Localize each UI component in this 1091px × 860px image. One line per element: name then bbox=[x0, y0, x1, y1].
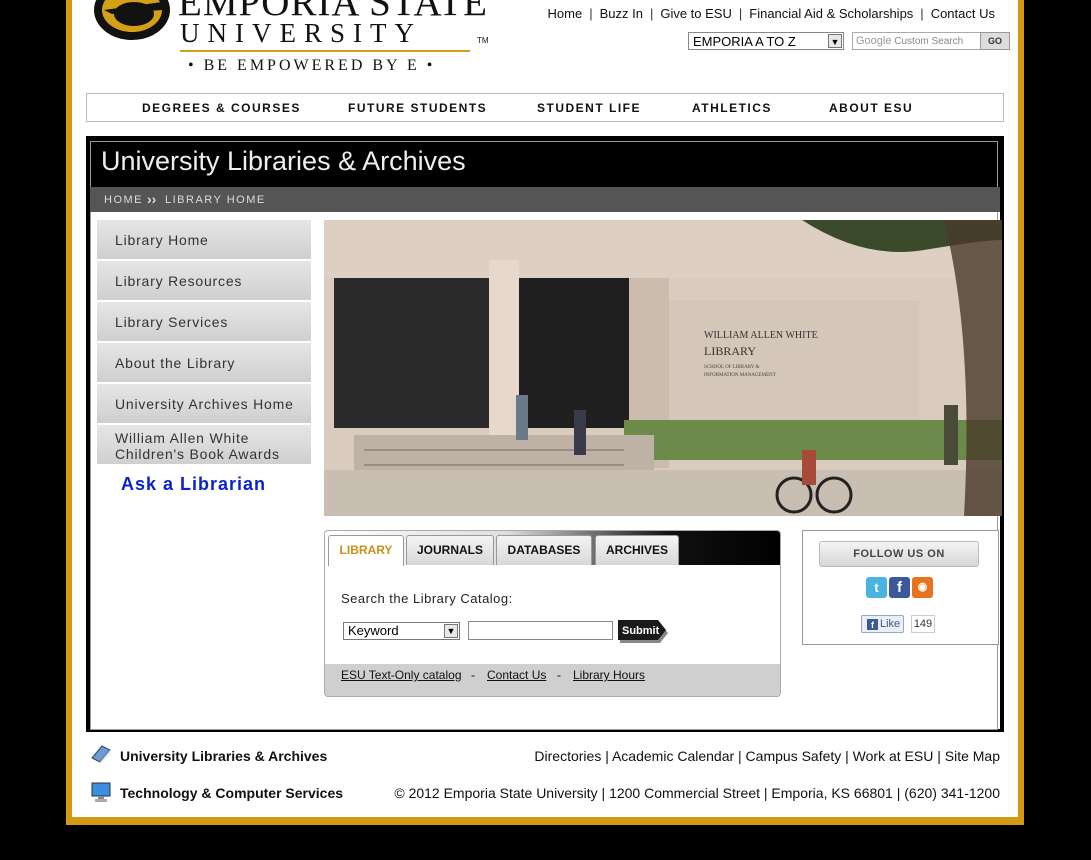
tab-databases[interactable]: DATABASES bbox=[496, 535, 592, 565]
toplink-home[interactable]: Home bbox=[548, 6, 583, 21]
nav-degrees-courses[interactable]: DEGREES & COURSES bbox=[142, 101, 301, 115]
sidebar-item-label: Library Resources bbox=[115, 273, 243, 289]
search-go-button[interactable]: GO bbox=[980, 32, 1010, 50]
follow-us-button[interactable]: FOLLOW US ON bbox=[819, 541, 979, 567]
facebook-f-icon: f bbox=[867, 619, 878, 630]
separator: | bbox=[738, 6, 743, 21]
separator: - bbox=[471, 668, 475, 682]
toplink-financial-aid[interactable]: Financial Aid & Scholarships bbox=[749, 6, 913, 21]
breadcrumb: HOME ›› LIBRARY HOME bbox=[90, 187, 1000, 212]
like-label: Like bbox=[880, 618, 901, 630]
dropdown-arrow-icon: ▼ bbox=[444, 624, 458, 638]
sidebar-item-label: About the Library bbox=[115, 355, 236, 371]
facebook-like-button[interactable]: f Like bbox=[861, 615, 904, 633]
top-links: Home | Buzz In | Give to ESU | Financial Aid &… bbox=[548, 6, 995, 21]
rss-icon[interactable]: ◉ bbox=[912, 577, 933, 598]
nav-athletics[interactable]: ATHLETICS bbox=[692, 101, 772, 115]
page-canvas: EMPORIA STATE UNIVERSITY TM • BE EMPOWER… bbox=[72, 0, 1018, 817]
logo-line2: UNIVERSITY bbox=[180, 18, 422, 48]
page-title: University Libraries & Archives bbox=[101, 146, 466, 176]
computer-icon bbox=[91, 782, 111, 802]
dropdown-arrow-icon: ▼ bbox=[828, 34, 842, 48]
sign-line1: WILLIAM ALLEN WHITE bbox=[704, 330, 818, 341]
search-type-select[interactable]: Keyword ▼ bbox=[343, 622, 460, 640]
sidebar-item-library-resources[interactable]: Library Resources bbox=[97, 261, 311, 301]
ask-a-librarian-link[interactable]: Ask a Librarian bbox=[121, 474, 266, 495]
footer-links[interactable]: Directories | Academic Calendar | Campus… bbox=[534, 748, 1000, 764]
sidebar-item-about-library[interactable]: About the Library bbox=[97, 343, 311, 383]
sidebar-item-library-home[interactable]: Library Home bbox=[97, 220, 311, 260]
breadcrumb-current: LIBRARY HOME bbox=[165, 194, 266, 206]
sign-line3: SCHOOL OF LIBRARY & bbox=[704, 365, 759, 370]
facebook-icon[interactable]: f bbox=[889, 577, 910, 598]
catalog-search-widget: LIBRARY JOURNALS DATABASES ARCHIVES Sear… bbox=[324, 530, 781, 697]
google-search-placeholder: Custom Search bbox=[894, 36, 964, 47]
logo-tagline: • BE EMPOWERED BY E • bbox=[188, 57, 436, 74]
toplink-give[interactable]: Give to ESU bbox=[660, 6, 732, 21]
a-to-z-select[interactable]: EMPORIA A TO Z ▼ bbox=[688, 32, 844, 50]
sidebar-item-book-awards[interactable]: William Allen White Children's Book Award… bbox=[97, 425, 311, 465]
book-awards-line1: William Allen White bbox=[115, 430, 250, 446]
sidebar-item-label: Library Home bbox=[115, 232, 209, 248]
nav-about-esu[interactable]: ABOUT ESU bbox=[829, 101, 913, 115]
link-library-hours[interactable]: Library Hours bbox=[573, 668, 645, 682]
esu-emblem-icon bbox=[94, 0, 170, 40]
google-logo: Google bbox=[856, 35, 892, 47]
tab-library[interactable]: LIBRARY bbox=[328, 535, 404, 566]
catalog-search-label: Search the Library Catalog: bbox=[341, 591, 513, 606]
submit-label: Submit bbox=[622, 625, 660, 637]
nav-future-students[interactable]: FUTURE STUDENTS bbox=[348, 101, 487, 115]
logo-trademark: TM bbox=[477, 36, 489, 45]
sidebar-item-library-services[interactable]: Library Services bbox=[97, 302, 311, 342]
search-tab-bar: LIBRARY JOURNALS DATABASES ARCHIVES bbox=[325, 531, 780, 566]
search-type-value: Keyword bbox=[348, 623, 399, 638]
footer-tech-services-link[interactable]: Technology & Computer Services bbox=[120, 785, 343, 801]
separator: | bbox=[589, 6, 593, 21]
toplink-contact[interactable]: Contact Us bbox=[931, 6, 995, 21]
breadcrumb-home[interactable]: HOME bbox=[104, 194, 143, 206]
esu-logo[interactable]: EMPORIA STATE UNIVERSITY TM • BE EMPOWER… bbox=[92, 0, 492, 80]
search-footer-links: ESU Text-Only catalog - Contact Us - Lib… bbox=[325, 664, 780, 696]
link-contact-us[interactable]: Contact Us bbox=[487, 668, 546, 682]
page-border: EMPORIA STATE UNIVERSITY TM • BE EMPOWER… bbox=[66, 0, 1024, 825]
twitter-icon[interactable]: t bbox=[866, 577, 887, 598]
separator: | bbox=[920, 6, 924, 21]
tab-archives[interactable]: ARCHIVES bbox=[595, 535, 679, 565]
sidebar-item-archives-home[interactable]: University Archives Home bbox=[97, 384, 311, 424]
a-to-z-value: EMPORIA A TO Z bbox=[693, 34, 796, 49]
footer-libraries-link[interactable]: University Libraries & Archives bbox=[120, 748, 327, 764]
tab-journals[interactable]: JOURNALS bbox=[406, 535, 494, 565]
submit-button[interactable]: Submit bbox=[618, 619, 670, 643]
link-text-only-catalog[interactable]: ESU Text-Only catalog bbox=[341, 668, 462, 682]
separator: - bbox=[557, 668, 561, 682]
sign-line4: INFORMATION MANAGEMENT bbox=[704, 373, 776, 378]
sidebar-item-label: William Allen White Children's Book Award… bbox=[115, 430, 280, 462]
sign-line2: LIBRARY bbox=[704, 344, 756, 358]
google-search-input[interactable]: Google Custom Search bbox=[852, 32, 982, 50]
like-count: 149 bbox=[911, 615, 935, 633]
breadcrumb-chevron-icon: ›› bbox=[147, 191, 157, 207]
logo-rule bbox=[180, 50, 470, 52]
catalog-search-input[interactable] bbox=[468, 621, 613, 640]
sidebar-item-label: University Archives Home bbox=[115, 396, 294, 412]
sidebar-item-label: Library Services bbox=[115, 314, 229, 330]
book-awards-line2: Children's Book Awards bbox=[115, 446, 280, 462]
toplink-buzz-in[interactable]: Buzz In bbox=[600, 6, 643, 21]
nav-student-life[interactable]: STUDENT LIFE bbox=[537, 101, 641, 115]
follow-us-box: FOLLOW US ON t f ◉ f Like 149 bbox=[802, 530, 999, 645]
main-nav: DEGREES & COURSES FUTURE STUDENTS STUDEN… bbox=[86, 93, 1004, 122]
book-icon bbox=[91, 745, 111, 764]
footer-address: © 2012 Emporia State University | 1200 C… bbox=[394, 785, 1000, 801]
separator: | bbox=[649, 6, 654, 21]
library-building-photo: WILLIAM ALLEN WHITE LIBRARY SCHOOL OF LI… bbox=[324, 220, 1002, 516]
